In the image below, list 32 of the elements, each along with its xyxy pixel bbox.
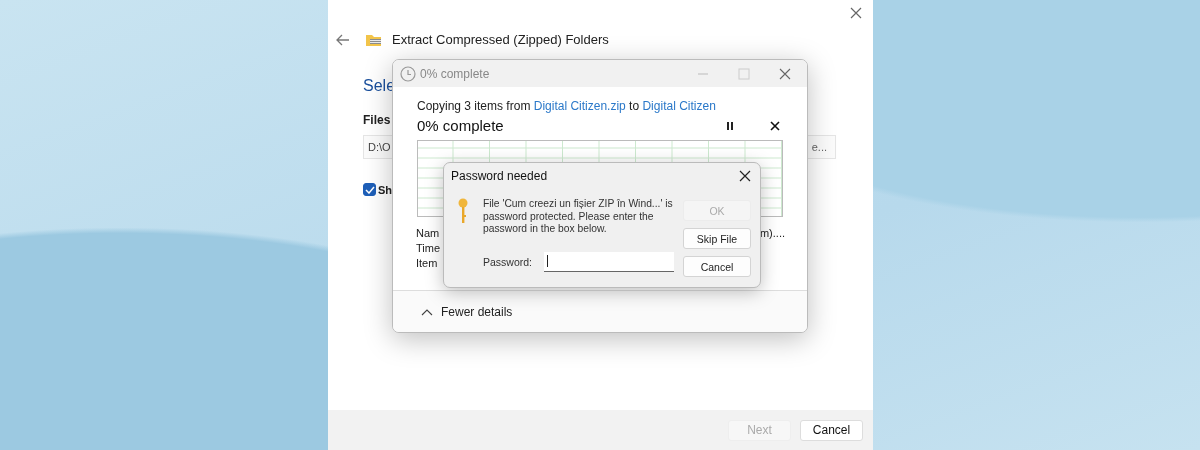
field-label: Files: [363, 113, 391, 127]
status-text: Copying 3 items from Digital Citizen.zip to Digital Citizen: [417, 99, 717, 113]
close-icon[interactable]: [770, 120, 780, 131]
chevron-up-icon: [421, 307, 433, 316]
progress-percent: 0% complete: [417, 117, 504, 134]
toggle-label: Fewer details: [441, 304, 513, 319]
clock-icon: [400, 65, 416, 82]
password-field[interactable]: [544, 251, 675, 272]
dialog-button[interactable]: Cancel: [683, 256, 751, 277]
folder-link[interactable]: Digital Citizen.zip: [533, 99, 626, 113]
pause-icon[interactable]: [725, 120, 735, 131]
detail-label: Nam: [416, 227, 440, 239]
dialog-button[interactable]: Skip File: [683, 228, 751, 249]
window-title: Extract Compressed (Zipped) Folders: [392, 32, 609, 47]
back-arrow-icon[interactable]: [336, 33, 350, 46]
text-cursor: [547, 255, 549, 267]
detail-value: m)....: [759, 227, 785, 239]
checkmark-icon: [364, 185, 375, 194]
detail-label: Item: [416, 257, 438, 269]
dialog-title: Password needed: [451, 169, 548, 183]
checkbox-label: Sh: [378, 183, 393, 196]
dialog-button[interactable]: Cancel: [800, 419, 863, 441]
window-title: 0% complete: [420, 66, 490, 81]
checkbox[interactable]: [363, 183, 376, 196]
folder-link[interactable]: Digital Citizen: [642, 99, 716, 113]
field-label: Password:: [483, 255, 533, 268]
close-icon[interactable]: [739, 170, 751, 182]
zip-folder-icon: [365, 32, 382, 47]
dialog-message: File 'Cum creezi un fișier ZIP în Wind...' is password protected. Please enter the password in the box below.: [483, 198, 673, 236]
detail-label: Time: [416, 242, 441, 254]
key-icon: [457, 198, 469, 224]
details-toggle[interactable]: Fewer details: [421, 304, 513, 319]
